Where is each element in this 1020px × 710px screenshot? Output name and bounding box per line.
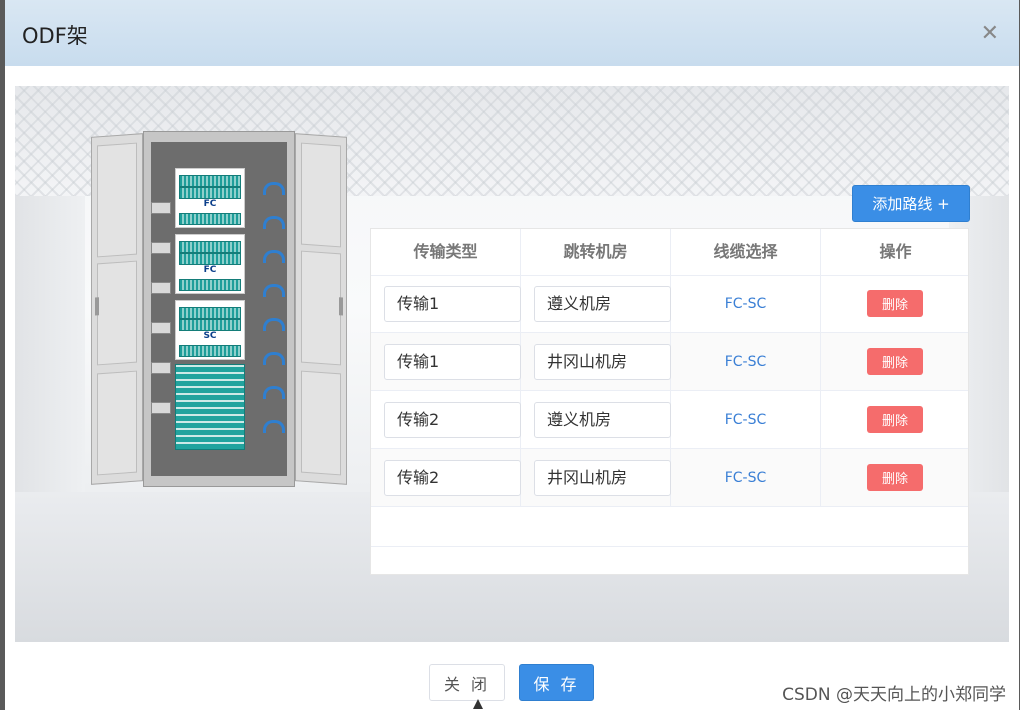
fiber-tray [179, 345, 241, 357]
cell-action: 删除 [821, 275, 970, 332]
cabinet-frame: FC FC SC [143, 131, 295, 487]
cell-room: 井冈山机房 [521, 449, 671, 506]
routes-table: 传输类型 跳转机房 线缆选择 操作 传输1 遵义机房 FC-SC 删除 传输1 … [370, 228, 969, 575]
cell-action: 删除 [821, 391, 970, 448]
door-panel [97, 260, 137, 366]
cell-cable: FC-SC [671, 391, 821, 448]
unit-label: FC [203, 199, 217, 209]
unit-label: SC [203, 331, 217, 341]
cell-type: 传输1 [371, 275, 521, 332]
cell-cable: FC-SC [671, 333, 821, 390]
add-route-button[interactable]: 添加路线 + [852, 185, 970, 222]
transport-type-select[interactable]: 传输1 [384, 286, 521, 322]
cable-ring-icon [263, 284, 285, 297]
patch-unit-fc-1: FC [175, 168, 245, 228]
cable-select-link[interactable]: FC-SC [671, 333, 820, 390]
save-button[interactable]: 保 存 [519, 664, 594, 701]
close-button[interactable]: 关 闭 [429, 664, 505, 701]
table-row: 传输2 遵义机房 FC-SC 删除 [371, 391, 968, 449]
fiber-tray [179, 175, 241, 187]
cable-clip [151, 242, 171, 254]
cable-ring-icon [263, 182, 285, 195]
patch-panel-block [175, 364, 245, 450]
mouse-cursor-icon [473, 699, 483, 709]
transport-type-select[interactable]: 传输2 [384, 402, 521, 438]
cell-room: 遵义机房 [521, 391, 671, 448]
door-handle [95, 297, 99, 316]
delete-button[interactable]: 删除 [867, 406, 923, 433]
cabinet-interior: FC FC SC [151, 142, 287, 476]
column-header-action: 操作 [879, 242, 912, 261]
delete-button[interactable]: 删除 [867, 348, 923, 375]
cable-clip [151, 402, 171, 414]
column-header-transport-type: 传输类型 [371, 229, 521, 275]
table-row: 传输1 井冈山机房 FC-SC 删除 [371, 333, 968, 391]
door-panel [301, 370, 341, 476]
fiber-tray [179, 187, 241, 199]
cabinet-left-door [91, 133, 143, 485]
door-panel [301, 250, 341, 366]
cell-type: 传输1 [371, 333, 521, 390]
column-header-cable: 线缆选择 [671, 229, 821, 275]
delete-button[interactable]: 删除 [867, 290, 923, 317]
delete-button[interactable]: 删除 [867, 464, 923, 491]
transport-type-select[interactable]: 传输1 [384, 344, 521, 380]
cable-ring-icon [263, 420, 285, 433]
cell-room: 井冈山机房 [521, 333, 671, 390]
cell-type: 传输2 [371, 449, 521, 506]
cell-action: 删除 [821, 333, 970, 390]
cable-ring-icon [263, 386, 285, 399]
door-panel [97, 370, 137, 476]
target-room-select[interactable]: 遵义机房 [534, 402, 671, 438]
fiber-tray [179, 279, 241, 291]
door-panel [97, 142, 137, 258]
cable-clip [151, 322, 171, 334]
cable-select-link[interactable]: FC-SC [671, 275, 820, 332]
fiber-tray [179, 319, 241, 331]
cable-clip [151, 362, 171, 374]
fiber-tray [179, 213, 241, 225]
transport-type-select[interactable]: 传输2 [384, 460, 521, 496]
cable-ring-icon [263, 250, 285, 263]
dialog-title: ODF架 [22, 24, 88, 48]
target-room-select[interactable]: 井冈山机房 [534, 344, 671, 380]
cell-action: 删除 [821, 449, 970, 506]
table-row: 传输1 遵义机房 FC-SC 删除 [371, 275, 968, 333]
cabinet-right-door [295, 133, 347, 485]
target-room-select[interactable]: 井冈山机房 [534, 460, 671, 496]
door-panel [301, 142, 341, 248]
cable-clip [151, 282, 171, 294]
unit-label: FC [203, 265, 217, 275]
odf-dialog: ODF架 ✕ FC FC SC 添加路线 + 传输类型 跳转机房 线缆选择 操作… [5, 0, 1019, 710]
cell-cable: FC-SC [671, 275, 821, 332]
cable-ring-icon [263, 352, 285, 365]
cable-select-link[interactable]: FC-SC [671, 449, 820, 506]
cable-select-link[interactable]: FC-SC [671, 391, 820, 448]
target-room-select[interactable]: 遵义机房 [534, 286, 671, 322]
fiber-tray [179, 241, 241, 253]
watermark-text: CSDN @天天向上的小郑同学 [782, 685, 1006, 705]
close-icon[interactable]: ✕ [981, 23, 999, 45]
table-header: 传输类型 跳转机房 线缆选择 操作 [371, 229, 968, 276]
cable-ring-icon [263, 216, 285, 229]
scene-wall-left [15, 196, 85, 496]
fiber-tray [179, 253, 241, 265]
fiber-tray [179, 307, 241, 319]
table-row: 传输2 井冈山机房 FC-SC 删除 [371, 449, 968, 507]
cable-ring-icon [263, 318, 285, 331]
patch-unit-sc: SC [175, 300, 245, 360]
dialog-header: ODF架 ✕ [5, 0, 1019, 66]
odf-cabinet-image: FC FC SC [91, 131, 347, 487]
table-bottom-divider [371, 546, 968, 547]
cell-type: 传输2 [371, 391, 521, 448]
cable-clip [151, 202, 171, 214]
patch-unit-fc-2: FC [175, 234, 245, 294]
column-header-target-room: 跳转机房 [521, 229, 671, 275]
cell-cable: FC-SC [671, 449, 821, 506]
cell-room: 遵义机房 [521, 275, 671, 332]
door-handle [339, 297, 343, 316]
